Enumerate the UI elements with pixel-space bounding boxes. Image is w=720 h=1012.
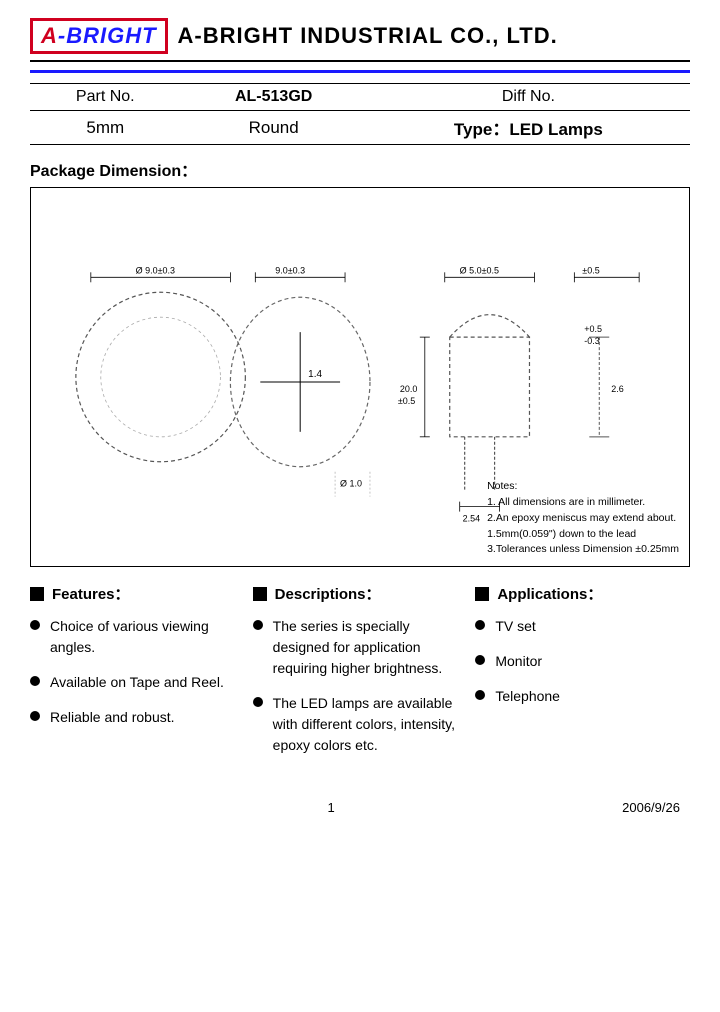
circle-bullet-icon — [253, 697, 263, 707]
applications-col: Applications： TV set Monitor Telephone — [475, 583, 690, 770]
descriptions-header: Descriptions： — [253, 583, 468, 604]
features-header: Features： — [30, 583, 245, 604]
application-text-2: Telephone — [495, 686, 560, 707]
description-text-0: The series is specially designed for app… — [273, 616, 468, 679]
feature-item-1: Available on Tape and Reel. — [30, 672, 245, 693]
notes-line3: 1.5mm(0.059") down to the lead — [487, 527, 679, 543]
header: A-BRIGHT A-BRIGHT INDUSTRIAL CO., LTD. — [30, 18, 690, 54]
features-bullet-icon — [30, 587, 44, 601]
application-text-1: Monitor — [495, 651, 542, 672]
notes-line4: 3.Tolerances unless Dimension ±0.25mm — [487, 542, 679, 558]
footer: 1 2006/9/26 — [30, 800, 690, 815]
svg-text:9.0±0.3: 9.0±0.3 — [275, 265, 305, 275]
svg-text:20.0: 20.0 — [400, 384, 417, 394]
bottom-sections: Features： Choice of various viewing angl… — [30, 583, 690, 770]
feature-text-2: Reliable and robust. — [50, 707, 175, 728]
notes: Notes: 1. All dimensions are in millimet… — [487, 479, 679, 558]
notes-line1: 1. All dimensions are in millimeter. — [487, 495, 679, 511]
feature-item-0: Choice of various viewing angles. — [30, 616, 245, 658]
applications-bullet-icon — [475, 587, 489, 601]
circle-bullet-icon — [475, 690, 485, 700]
logo: A-BRIGHT — [41, 23, 157, 49]
description-item-1: The LED lamps are available with differe… — [253, 693, 468, 756]
feature-text-1: Available on Tape and Reel. — [50, 672, 224, 693]
notes-line2: 2.An epoxy meniscus may extend about. — [487, 511, 679, 527]
applications-label: Applications： — [497, 583, 602, 604]
company-name: A-BRIGHT INDUSTRIAL CO., LTD. — [178, 23, 558, 49]
application-text-0: TV set — [495, 616, 535, 637]
circle-bullet-icon — [253, 620, 263, 630]
diff-label: Diff No. — [367, 84, 690, 111]
page-number: 1 — [327, 800, 334, 815]
svg-text:2.54: 2.54 — [463, 514, 480, 524]
description-text-1: The LED lamps are available with differe… — [273, 693, 468, 756]
application-item-2: Telephone — [475, 686, 690, 707]
circle-bullet-icon — [30, 620, 40, 630]
size-value: 5mm — [30, 111, 181, 145]
type-value: Type：LED Lamps — [367, 111, 690, 145]
part-no-value: AL-513GD — [181, 84, 367, 111]
descriptions-bullet-icon — [253, 587, 267, 601]
circle-bullet-icon — [475, 620, 485, 630]
svg-text:Ø 5.0±0.5: Ø 5.0±0.5 — [460, 265, 499, 275]
circle-bullet-icon — [30, 676, 40, 686]
circle-bullet-icon — [30, 711, 40, 721]
applications-header: Applications： — [475, 583, 690, 604]
diagram-box: 1.4 2.6 +0.5 -0.3 Ø 9.0±0.3 9.0±0.3 Ø 5.… — [30, 187, 690, 567]
svg-text:Ø 9.0±0.3: Ø 9.0±0.3 — [136, 265, 175, 275]
part-info-table: Part No. AL-513GD Diff No. 5mm Round Typ… — [30, 83, 690, 145]
features-col: Features： Choice of various viewing angl… — [30, 583, 253, 770]
package-label: Package Dimension： — [30, 157, 690, 181]
header-divider — [30, 60, 690, 62]
descriptions-col: Descriptions： The series is specially de… — [253, 583, 476, 770]
notes-title: Notes: — [487, 479, 679, 495]
application-item-1: Monitor — [475, 651, 690, 672]
feature-item-2: Reliable and robust. — [30, 707, 245, 728]
shape-value: Round — [181, 111, 367, 145]
logo-a: A — [41, 23, 58, 48]
svg-text:+0.5: +0.5 — [584, 324, 602, 334]
logo-bright: -BRIGHT — [58, 23, 157, 48]
svg-text:2.6: 2.6 — [611, 384, 623, 394]
svg-text:1.4: 1.4 — [308, 369, 322, 380]
features-label: Features： — [52, 583, 130, 604]
feature-text-0: Choice of various viewing angles. — [50, 616, 245, 658]
application-item-0: TV set — [475, 616, 690, 637]
logo-box: A-BRIGHT — [30, 18, 168, 54]
blue-divider — [30, 70, 690, 73]
descriptions-label: Descriptions： — [275, 583, 381, 604]
part-no-label: Part No. — [30, 84, 181, 111]
svg-text:Ø 1.0: Ø 1.0 — [340, 479, 362, 489]
svg-text:±0.5: ±0.5 — [398, 396, 415, 406]
svg-text:±0.5: ±0.5 — [582, 265, 599, 275]
description-item-0: The series is specially designed for app… — [253, 616, 468, 679]
svg-text:-0.3: -0.3 — [584, 336, 599, 346]
circle-bullet-icon — [475, 655, 485, 665]
footer-date: 2006/9/26 — [622, 800, 680, 815]
